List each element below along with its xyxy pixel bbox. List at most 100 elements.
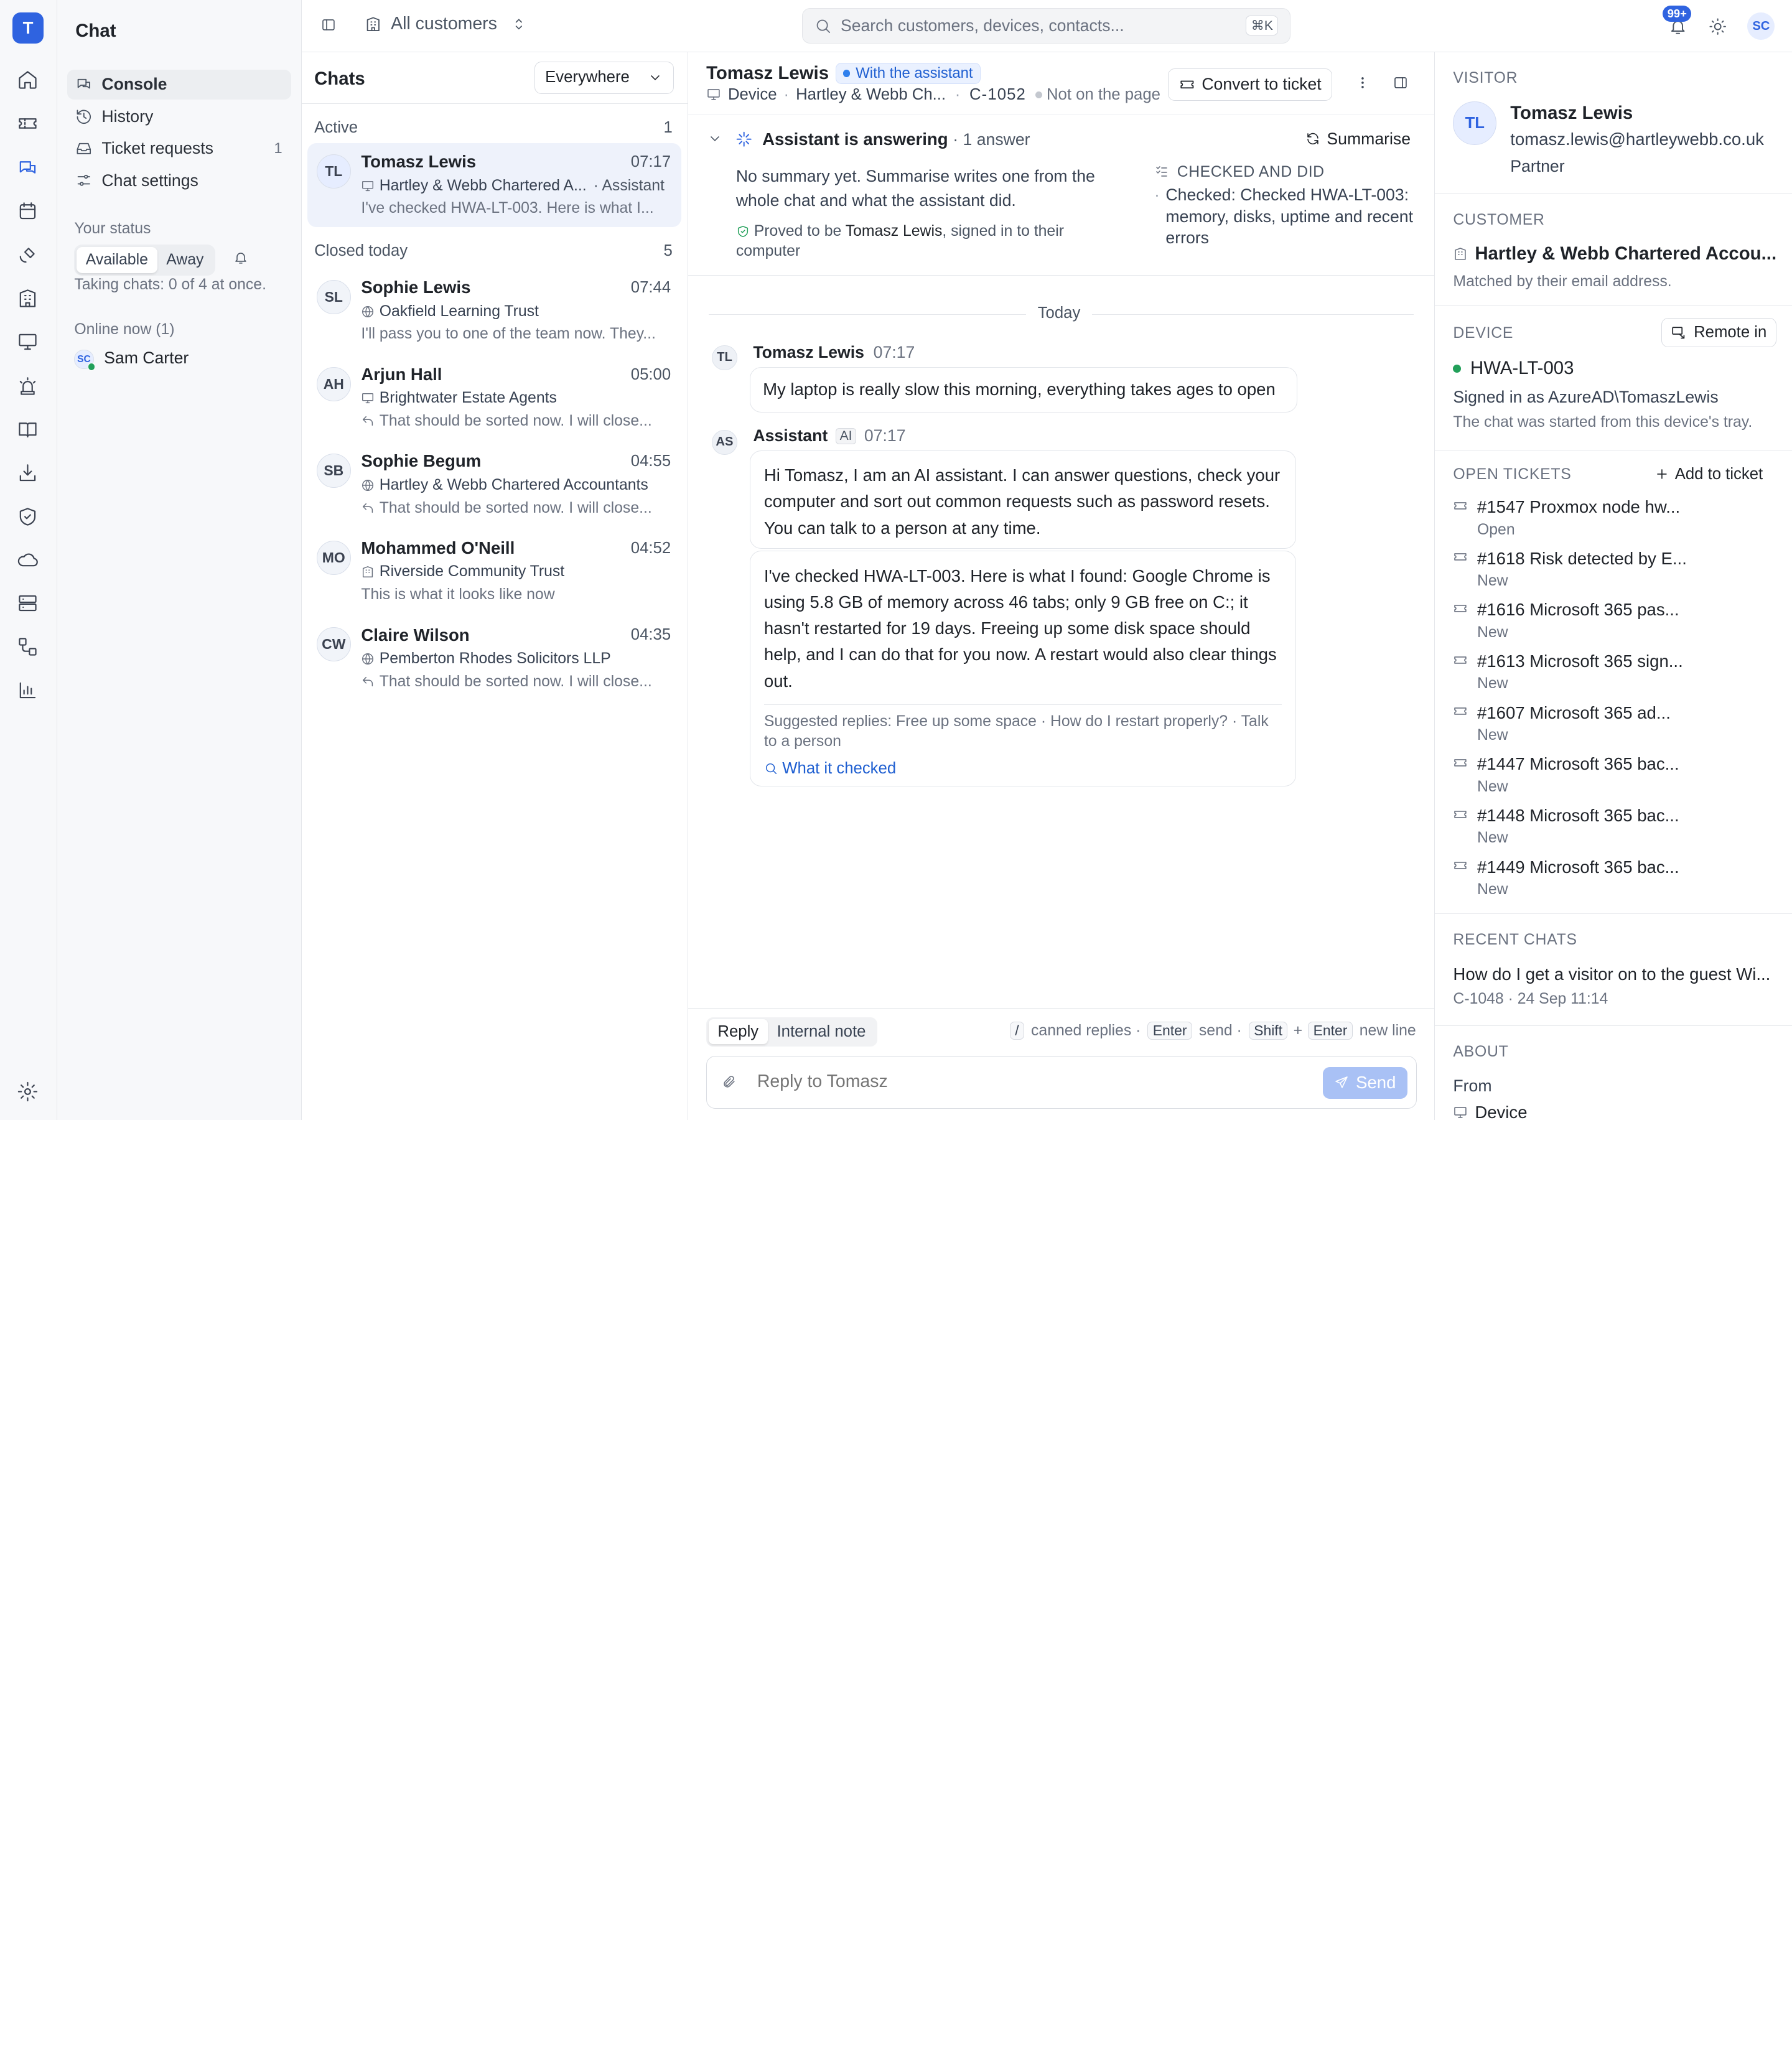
summarise-label: Summarise — [1327, 129, 1411, 148]
global-search[interactable]: Search customers, devices, contacts... ⌘… — [802, 7, 1290, 44]
cloud-icon[interactable] — [15, 548, 40, 572]
theme-sun-icon[interactable] — [1709, 17, 1727, 35]
calendar-icon[interactable] — [15, 199, 40, 224]
chat-icon[interactable] — [15, 156, 40, 180]
server-icon[interactable] — [15, 591, 40, 616]
inbox-icon — [77, 142, 91, 154]
chat-org-name: Brightwater Estate Agents — [379, 389, 557, 407]
user-avatar[interactable]: SC — [1747, 12, 1775, 40]
ticket-icon — [1180, 80, 1193, 89]
conversation-panel: Tomasz Lewis With the assistant Device ·… — [688, 52, 1435, 1120]
ticket-title: #1447 Microsoft 365 bac... — [1477, 754, 1679, 774]
book-icon[interactable] — [15, 417, 40, 442]
tab-reply[interactable]: Reply — [708, 1019, 768, 1045]
device-name[interactable]: HWA-LT-003 — [1470, 358, 1574, 379]
recent-chat-title[interactable]: How do I get a visitor on to the guest W… — [1453, 964, 1770, 984]
chat-org: Pemberton Rhodes Solicitors LLP — [361, 650, 672, 668]
hint-newline: new line — [1359, 1022, 1416, 1039]
what-it-checked-link[interactable]: What it checked — [764, 755, 1282, 781]
message-time: 07:17 — [864, 426, 906, 445]
chat-preview: That should be sorted now. I will close.… — [361, 413, 672, 430]
sliders-icon — [77, 175, 91, 187]
assistant-answer-count: · 1 answer — [953, 129, 1030, 149]
checked-and-did-title: CHECKED AND DID — [1177, 163, 1325, 180]
satellite-icon[interactable] — [15, 242, 40, 267]
chat-item[interactable]: MO Mohammed O'Neill 04:52 Riverside Comm… — [307, 529, 681, 613]
chat-item[interactable]: AH Arjun Hall 05:00 Brightwater Estate A… — [307, 355, 681, 440]
message-findings-text: I've checked HWA-LT-003. Here is what I … — [763, 566, 1277, 691]
add-to-ticket-button[interactable]: Add to ticket — [1654, 465, 1763, 483]
ticket-status: New — [1477, 572, 1508, 590]
reply-arrow-icon — [363, 416, 373, 426]
status-available[interactable]: Available — [77, 246, 157, 274]
workflow-icon[interactable] — [15, 634, 40, 659]
customer-link[interactable]: Hartley & Webb Chartered Accou... — [1453, 243, 1776, 264]
closed-label: Closed today — [314, 242, 408, 260]
composer-hints: / canned replies · Enter send · Shift + … — [1007, 1022, 1416, 1040]
active-group-header: Active 1 — [314, 119, 673, 137]
notification-bell-icon[interactable] — [233, 250, 248, 265]
recent-chat-meta: C-1048 · 24 Sep 11:14 — [1453, 991, 1608, 1008]
send-button[interactable]: Send — [1322, 1066, 1407, 1099]
about-from-text: Device — [1475, 1103, 1528, 1120]
tab-internal-note[interactable]: Internal note — [768, 1019, 875, 1044]
chat-preview-text: That should be sorted now. I will close.… — [379, 673, 652, 690]
chevron-down-icon — [651, 75, 660, 80]
sidebar-toggle-icon[interactable] — [321, 17, 336, 32]
toggle-details-panel-icon[interactable] — [1393, 75, 1408, 90]
alert-siren-icon[interactable] — [15, 374, 40, 399]
attach-paperclip-icon[interactable] — [722, 1075, 737, 1089]
download-tray-icon[interactable] — [15, 460, 40, 485]
building-icon[interactable] — [15, 286, 40, 310]
meta-presence: Not on the page — [1046, 85, 1160, 103]
chat-preview-text: That should be sorted now. I will close.… — [379, 413, 652, 430]
online-user-name[interactable]: Sam Carter — [104, 348, 189, 368]
nav-ticket-requests-label: Ticket requests — [101, 139, 213, 158]
day-divider: Today — [1026, 304, 1092, 322]
customer-caption: CUSTOMER — [1453, 211, 1545, 228]
home-icon[interactable] — [15, 67, 40, 92]
about-from-label: From — [1453, 1076, 1492, 1096]
chat-item-active[interactable]: TL Tomasz Lewis 07:17 Hartley & Webb Cha… — [307, 142, 681, 228]
settings-gear-icon[interactable] — [15, 1079, 40, 1104]
shield-check-icon[interactable] — [15, 504, 40, 529]
reply-input[interactable] — [757, 1069, 1261, 1094]
device-signed-in: Signed in as AzureAD\TomaszLewis — [1453, 387, 1719, 406]
ticket-icon — [1454, 501, 1467, 510]
chat-contact-name: Mohammed O'Neill — [361, 538, 515, 558]
meta-customer[interactable]: Hartley & Webb Ch... — [796, 86, 946, 104]
nav-history[interactable]: History — [67, 101, 291, 131]
summarise-button[interactable]: Summarise — [1305, 129, 1411, 149]
open-tickets-caption: OPEN TICKETS — [1453, 466, 1572, 483]
collapse-chevron-icon[interactable] — [707, 131, 722, 146]
customer-scope-select[interactable]: All customers — [365, 14, 527, 34]
ticket-title: #1449 Microsoft 365 bac... — [1477, 857, 1679, 877]
reports-icon[interactable] — [15, 678, 40, 702]
nav-console[interactable]: Console — [67, 70, 292, 100]
chat-time: 04:52 — [630, 539, 671, 557]
chat-contact-name: Sophie Lewis — [361, 278, 471, 297]
about-caption: ABOUT — [1453, 1043, 1509, 1060]
status-away[interactable]: Away — [157, 247, 213, 274]
nav-chat-settings[interactable]: Chat settings — [67, 166, 291, 195]
shield-check-icon — [737, 225, 748, 237]
building-icon — [1455, 248, 1467, 260]
chat-item[interactable]: SL Sophie Lewis 07:44 Oakfield Learning … — [307, 269, 681, 353]
app-logo[interactable]: T — [12, 12, 44, 44]
remote-in-button[interactable]: Remote in — [1661, 317, 1776, 348]
checked-item: · Checked: Checked HWA-LT-003: memory, di… — [1154, 185, 1413, 248]
chat-contact-name: Arjun Hall — [361, 364, 442, 384]
kbd-shift: Shift — [1248, 1022, 1288, 1040]
nav-ticket-requests[interactable]: Ticket requests 1 — [67, 134, 291, 164]
monitor-icon[interactable] — [15, 329, 40, 354]
chats-filter-select[interactable]: Everywhere — [534, 62, 674, 94]
convert-to-ticket-button[interactable]: Convert to ticket — [1168, 68, 1333, 101]
chat-item[interactable]: SB Sophie Begum 04:55 Hartley & Webb Cha… — [307, 442, 681, 527]
device-section: DEVICE Remote in HWA-LT-003 Signed in as… — [1435, 306, 1792, 450]
chat-item[interactable]: CW Claire Wilson 04:35 Pemberton Rhodes … — [307, 616, 681, 701]
tickets-icon[interactable] — [15, 111, 40, 136]
active-count: 1 — [663, 119, 673, 136]
chat-org-name: Pemberton Rhodes Solicitors LLP — [379, 650, 611, 668]
visitor-email[interactable]: tomasz.lewis@hartleywebb.co.uk — [1510, 129, 1764, 149]
more-options-icon[interactable] — [1355, 75, 1370, 90]
